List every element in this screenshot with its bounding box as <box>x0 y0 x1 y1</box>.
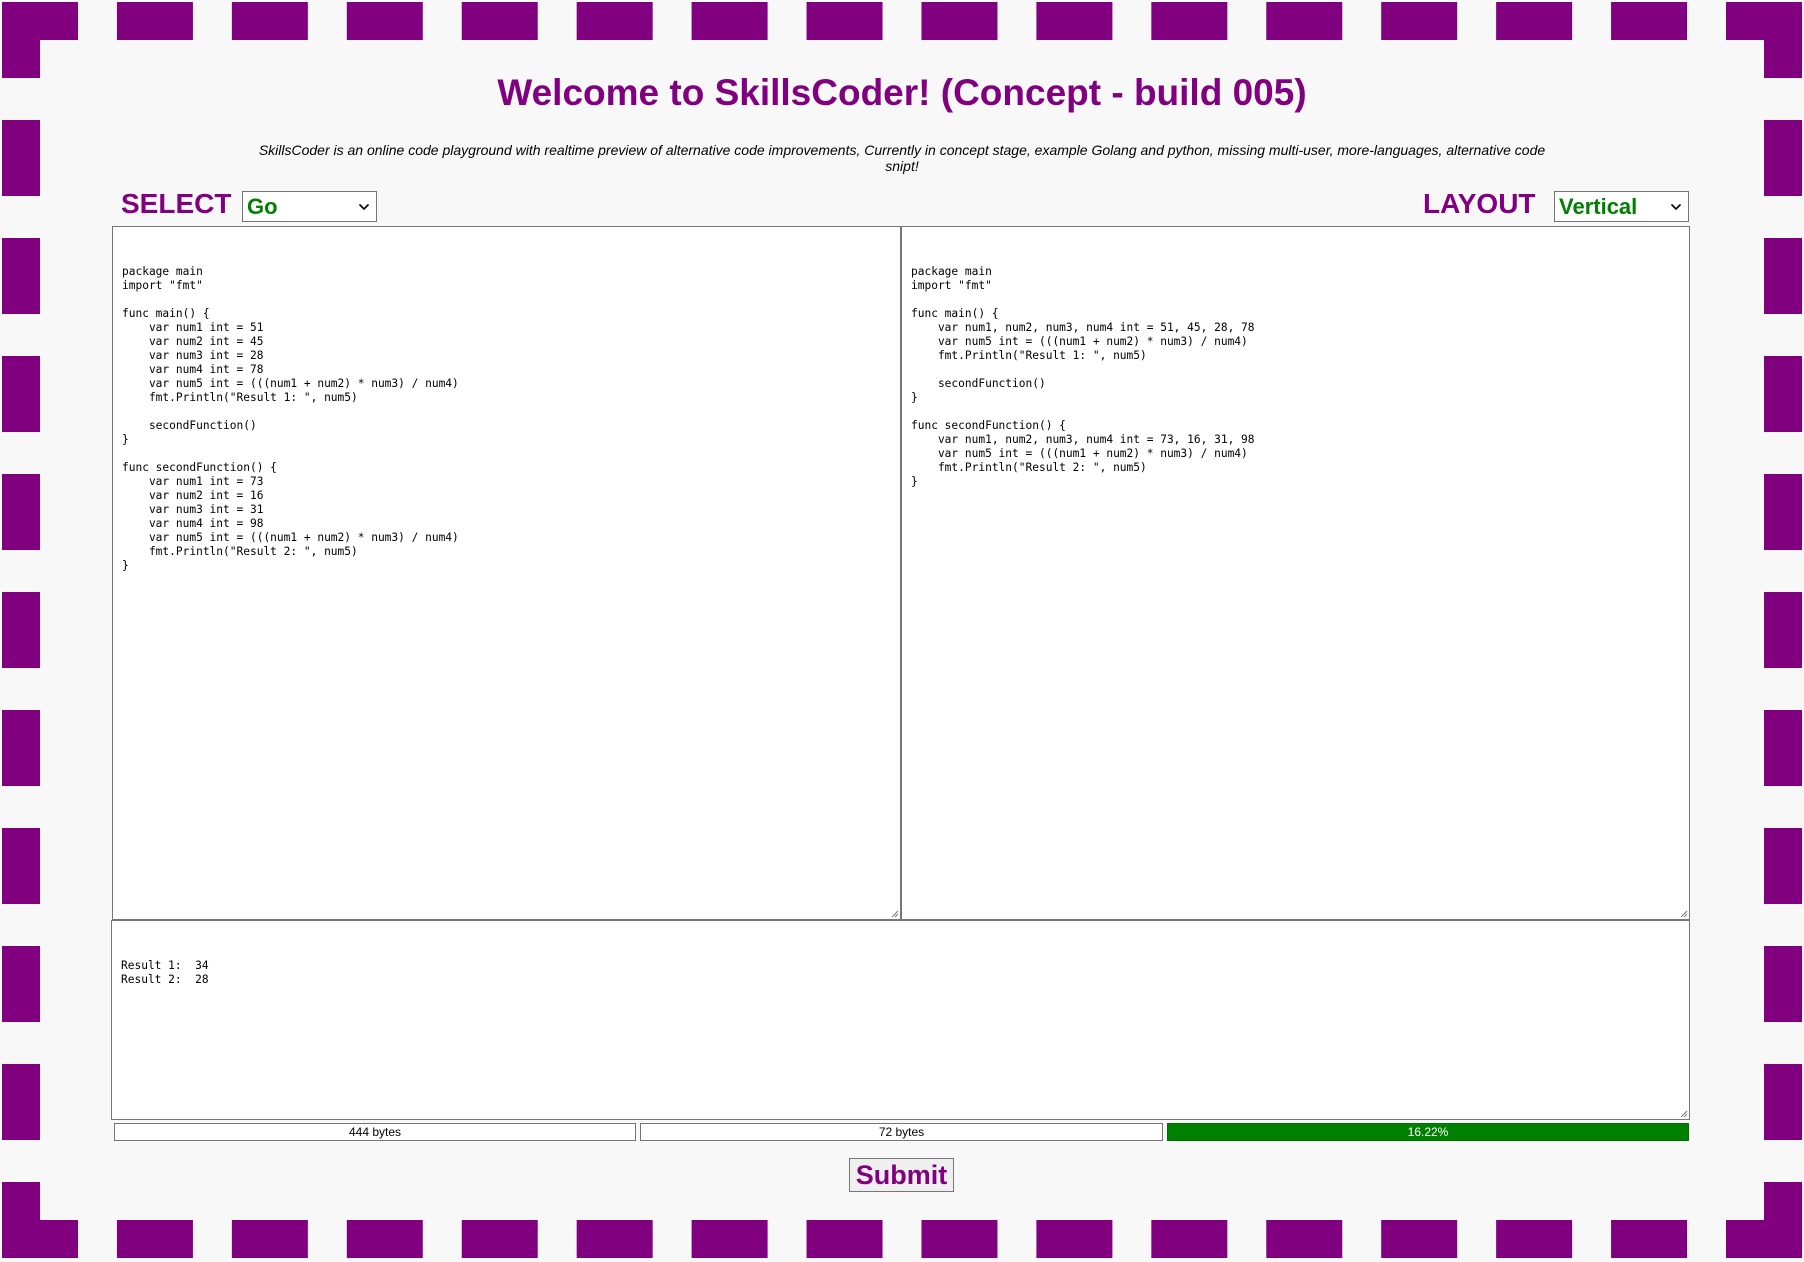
submit-button[interactable]: Submit <box>849 1158 954 1192</box>
chevron-down-icon <box>1670 203 1682 211</box>
resize-grip-icon[interactable] <box>889 908 899 918</box>
output-console[interactable]: Result 1: 34 Result 2: 28 <box>111 920 1690 1120</box>
page-title: Welcome to SkillsCoder! (Concept - build… <box>497 72 1307 113</box>
original-size-meter: 444 bytes <box>114 1123 636 1141</box>
layout-select-value: Vertical <box>1559 194 1638 219</box>
size-ratio-meter: 16.22% <box>1167 1123 1689 1141</box>
chevron-down-icon <box>358 203 370 211</box>
resize-grip-icon[interactable] <box>1678 908 1688 918</box>
improved-code-text: package main import "fmt" func main() { … <box>911 265 1255 488</box>
layout-label: LAYOUT <box>1423 188 1536 219</box>
page: Welcome to SkillsCoder! (Concept - build… <box>0 0 1804 1262</box>
source-code-editor[interactable]: package main import "fmt" func main() { … <box>112 226 901 920</box>
improved-code-editor[interactable]: package main import "fmt" func main() { … <box>901 226 1690 920</box>
layout-select[interactable]: Vertical <box>1554 191 1689 222</box>
select-label: SELECT <box>121 188 232 219</box>
language-select[interactable]: Go <box>242 191 377 222</box>
language-select-value: Go <box>247 194 278 219</box>
page-description: SkillsCoder is an online code playground… <box>258 142 1546 174</box>
output-text: Result 1: 34 Result 2: 28 <box>121 959 209 986</box>
improved-size-meter: 72 bytes <box>640 1123 1163 1141</box>
source-code-text: package main import "fmt" func main() { … <box>122 265 459 572</box>
resize-grip-icon[interactable] <box>1678 1108 1688 1118</box>
